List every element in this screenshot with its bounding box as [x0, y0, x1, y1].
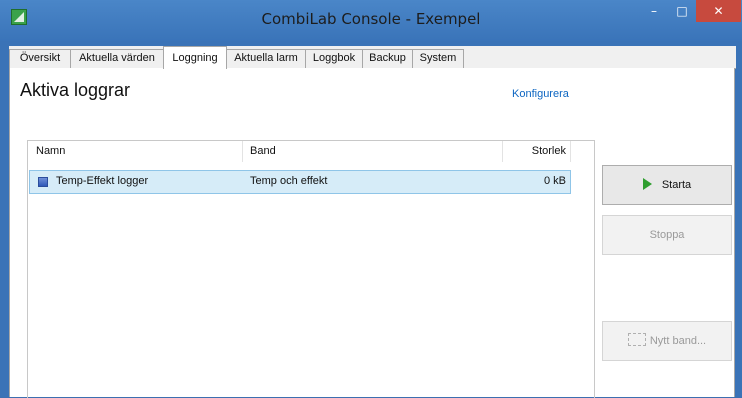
- column-divider[interactable]: [502, 141, 503, 162]
- tab-oversikt[interactable]: Översikt: [9, 49, 71, 68]
- logger-list[interactable]: Namn Band Storlek Temp-Effekt logger Tem…: [27, 140, 595, 398]
- page-title: Aktiva loggrar: [20, 80, 131, 100]
- tab-aktuella-varden[interactable]: Aktuella värden: [70, 49, 164, 68]
- maximize-button[interactable]: □: [668, 0, 696, 22]
- minimize-button[interactable]: –: [640, 0, 668, 22]
- start-button-label: Starta: [661, 179, 692, 191]
- new-band-button-label: Nytt band...: [649, 335, 707, 347]
- stop-button[interactable]: Stoppa: [602, 215, 732, 255]
- table-row[interactable]: Temp-Effekt logger Temp och effekt 0 kB: [29, 170, 571, 194]
- window-title: CombiLab Console - Exempel: [261, 10, 481, 28]
- tab-aktuella-larm[interactable]: Aktuella larm: [226, 49, 306, 68]
- logger-icon: [38, 177, 48, 187]
- column-divider[interactable]: [570, 141, 571, 162]
- column-header-namn[interactable]: Namn: [36, 145, 65, 157]
- logger-size: 0 kB: [543, 175, 566, 187]
- column-header-band[interactable]: Band: [250, 145, 276, 157]
- tab-loggbok[interactable]: Loggbok: [305, 49, 363, 68]
- logging-panel: Aktiva loggrar Konfigurera Namn Band Sto…: [9, 68, 735, 398]
- new-band-icon: [627, 333, 646, 346]
- logger-band: Temp och effekt: [250, 175, 328, 187]
- stop-button-label: Stoppa: [649, 229, 685, 241]
- tab-backup[interactable]: Backup: [362, 49, 413, 68]
- title-bar[interactable]: CombiLab Console - Exempel – □ ✕: [0, 0, 742, 41]
- start-button[interactable]: Starta: [602, 165, 732, 205]
- logger-name: Temp-Effekt logger: [56, 175, 149, 187]
- play-icon: [642, 178, 652, 190]
- tab-bar: Översikt Aktuella värden Loggning Aktuel…: [9, 46, 736, 69]
- new-band-button[interactable]: Nytt band...: [602, 321, 732, 361]
- column-header-storlek[interactable]: Storlek: [522, 145, 566, 157]
- close-button[interactable]: ✕: [696, 0, 741, 22]
- tab-loggning[interactable]: Loggning: [163, 46, 227, 69]
- configure-link[interactable]: Konfigurera: [512, 88, 569, 100]
- tab-system[interactable]: System: [412, 49, 464, 68]
- column-divider[interactable]: [242, 141, 243, 162]
- app-window: CombiLab Console - Exempel – □ ✕ Översik…: [0, 0, 742, 398]
